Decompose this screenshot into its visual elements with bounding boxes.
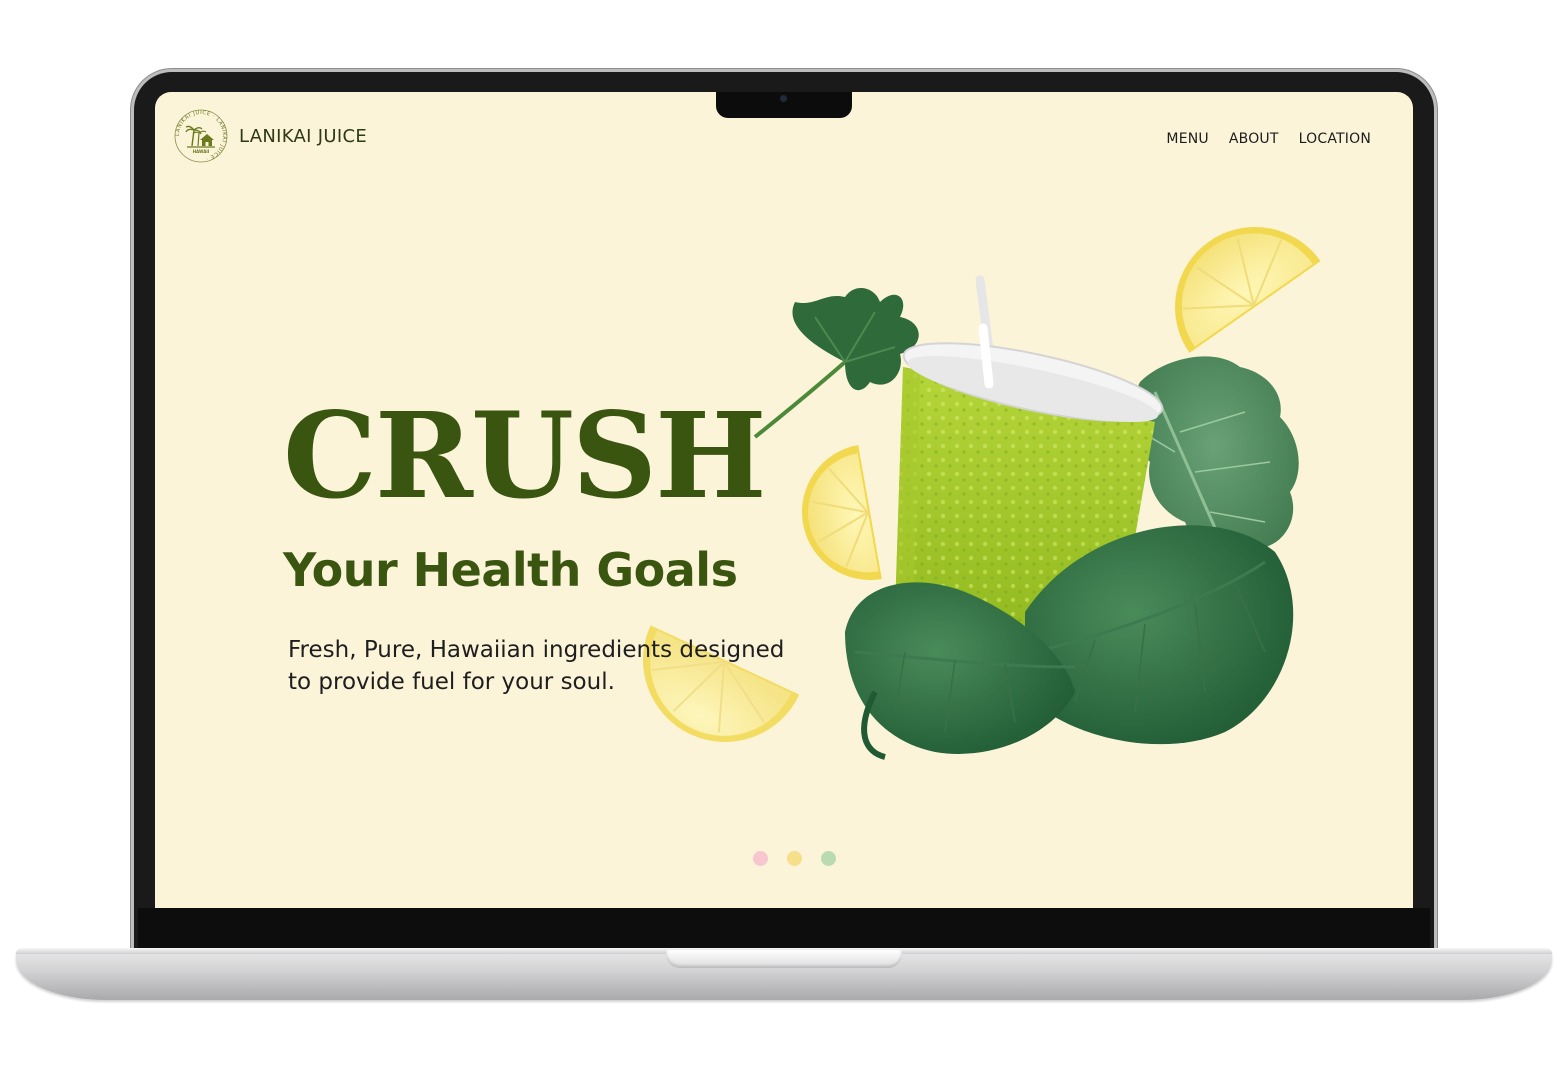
camera-icon	[780, 95, 787, 102]
carousel-dot-3[interactable]	[821, 851, 836, 866]
laptop-opening-notch	[666, 950, 902, 968]
carousel-dot-2[interactable]	[787, 851, 802, 866]
lemon-slice-middle	[802, 445, 882, 580]
laptop-bezel	[138, 908, 1430, 950]
hero-subtitle: Your Health Goals	[283, 543, 738, 597]
hero-title: CRUSH	[283, 386, 767, 525]
website-screen: LANIKAI JUICE · LANIKAI JUICE · HAWAII L…	[155, 92, 1413, 908]
lemon-slice-top	[1175, 227, 1321, 353]
carousel-dot-1[interactable]	[753, 851, 768, 866]
parsley-sprig	[753, 287, 919, 439]
hero-description: Fresh, Pure, Hawaiian ingredients design…	[288, 637, 785, 695]
carousel-dots	[753, 851, 836, 866]
